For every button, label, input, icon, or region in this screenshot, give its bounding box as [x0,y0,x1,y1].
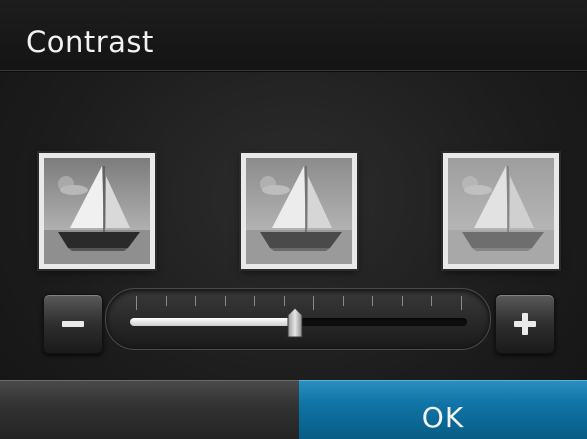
preview-low-contrast [39,153,155,269]
increase-contrast-button[interactable] [495,294,555,354]
slider-tick [342,296,344,306]
slider-tick [461,296,462,310]
contrast-screen: Contrast OK [0,0,587,439]
decrease-contrast-button[interactable] [43,294,103,354]
slider-tick [372,296,374,306]
plus-icon [514,313,536,335]
slider-tick [401,296,403,306]
sailboat-image [448,158,554,264]
sailboat-image [246,158,352,264]
ok-button-label: OK [421,400,465,434]
slider-tick [431,296,433,306]
slider-tick [136,296,137,310]
slider-tick [195,296,197,306]
preview-current-contrast [241,153,357,269]
page-title: Contrast [26,25,154,59]
slider-tick [165,296,167,306]
slider-thumb[interactable] [285,307,305,339]
slider-fill [130,318,296,326]
slider-tick [283,296,285,306]
ok-button[interactable]: OK [299,380,587,439]
left-softkey[interactable] [0,380,299,439]
slider-tick [313,296,315,310]
minus-icon [62,321,84,327]
preview-high-contrast [443,153,559,269]
title-bar: Contrast [0,0,587,71]
sailboat-image [44,158,150,264]
slider-tick [254,296,256,306]
slider-tick [224,296,226,306]
bottom-bar: OK [0,380,587,439]
